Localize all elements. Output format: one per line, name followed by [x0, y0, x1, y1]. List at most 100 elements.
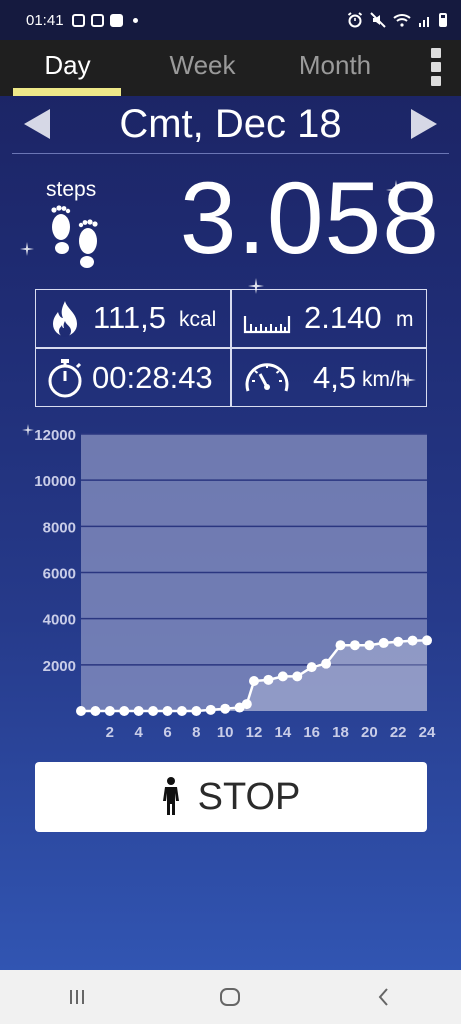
chart-x-tick-label: 10: [217, 724, 234, 741]
next-day-button[interactable]: [409, 108, 439, 140]
chart-data-point: [321, 658, 332, 669]
chart-data-point: [335, 640, 346, 651]
stop-button-label: STOP: [197, 775, 301, 818]
chart-x-tick-label: 2: [106, 724, 114, 741]
person-icon: [162, 777, 179, 815]
chart-data-point: [90, 706, 101, 716]
status-time: 01:41: [26, 11, 64, 29]
chart-x-tick-label: 12: [246, 724, 263, 741]
chart-data-point: [148, 706, 159, 716]
chart-data-point: [378, 637, 389, 648]
current-date: Cmt, Dec 18: [119, 102, 342, 146]
chart-data-point: [349, 640, 360, 651]
duration-value: 00:28:43: [92, 360, 213, 395]
chart-x-tick-label: 6: [163, 724, 171, 741]
sparkle-icon: [20, 242, 34, 256]
tab-week[interactable]: Week: [135, 40, 270, 96]
instagram-icon: [71, 13, 85, 27]
chart-data-point: [162, 706, 173, 716]
speed-cell: 4,5 km/h: [231, 348, 427, 405]
speed-value: 4,5: [313, 360, 357, 395]
chart-data-point: [364, 640, 375, 651]
chart-x-tick-label: 4: [134, 724, 143, 741]
stopwatch-icon: [48, 359, 82, 398]
chart-data-point: [306, 662, 317, 673]
menu-dot: [431, 48, 441, 58]
overflow-menu-button[interactable]: [431, 48, 443, 86]
status-bar: 01:41: [0, 0, 461, 40]
tab-day[interactable]: Day: [0, 40, 135, 96]
sparkle-icon: [22, 424, 34, 436]
battery-icon: [439, 13, 447, 27]
home-icon: [220, 988, 241, 1006]
chart-data-point: [176, 706, 187, 716]
recent-apps-button[interactable]: [47, 977, 107, 1017]
chart-y-tick-label: 4000: [43, 612, 76, 629]
chart-data-point: [292, 671, 303, 682]
chart-y-tick-label: 6000: [43, 566, 76, 583]
menu-dot: [431, 76, 441, 86]
wifi-icon: [393, 14, 411, 27]
chart-data-point: [104, 706, 115, 716]
menu-dot: [431, 62, 441, 72]
app-screen: 01:41 Day Week Month Cmt, Dec 18 steps 3…: [0, 0, 461, 1024]
chart-y-tick-label: 10000: [34, 473, 76, 490]
chart-data-point: [119, 706, 130, 716]
mute-icon: [370, 12, 386, 28]
steps-count: 3.058: [179, 161, 440, 275]
calories-cell: 111,5 kcal: [36, 290, 230, 347]
chart-x-tick-label: 24: [419, 724, 436, 741]
distance-unit: m: [396, 308, 414, 331]
duration-cell: 00:28:43: [36, 348, 230, 405]
google-icon: [109, 13, 123, 27]
calories-value: 111,5: [93, 300, 166, 335]
chart-data-point: [263, 674, 274, 685]
distance-cell: 2.140 m: [231, 290, 427, 347]
alarm-icon: [347, 12, 363, 28]
ruler-icon: [243, 316, 291, 334]
chart-data-point: [76, 706, 86, 716]
stats-grid: 111,5 kcal 2.140 m 00:28:43 4,5 km/h: [35, 289, 427, 407]
system-navigation-bar: [0, 970, 461, 1024]
recent-apps-icon: [69, 990, 84, 1004]
chart-x-tick-label: 20: [361, 724, 378, 741]
divider: [12, 153, 449, 154]
home-button[interactable]: [200, 977, 260, 1017]
hourly-steps-chart: 200040006000800010000120002 4 6 8 10 12 14 16 18…: [34, 427, 436, 741]
chart-data-point: [191, 706, 202, 716]
chart-y-tick-label: 2000: [43, 658, 76, 675]
signal-icon: [419, 17, 429, 27]
footprints-icon: [51, 205, 98, 268]
chart-data-point: [241, 699, 252, 710]
distance-value: 2.140: [304, 300, 382, 335]
sparkle-icon: [386, 180, 406, 200]
chart-data-point: [249, 675, 259, 686]
period-tabs: Day Week Month: [0, 40, 461, 96]
chart-x-tick-label: 18: [332, 724, 349, 741]
previous-day-button[interactable]: [22, 108, 52, 140]
sparkle-icon: [400, 372, 416, 388]
steps-label: steps: [46, 178, 97, 201]
status-system-icons: [347, 12, 447, 28]
chart-x-tick-label: 16: [303, 724, 320, 741]
sparkle-icon: [248, 278, 264, 294]
chart-y-tick-label: 8000: [43, 519, 76, 536]
date-navigation: Cmt, Dec 18: [0, 96, 461, 154]
chart-x-tick-label: 22: [390, 724, 407, 741]
chart-data-point: [393, 636, 404, 647]
speedometer-icon: [245, 363, 289, 392]
status-notification-icons: [71, 13, 138, 27]
chart-data-point: [220, 703, 231, 714]
chart-y-tick-label: 12000: [34, 427, 76, 444]
calories-unit: kcal: [179, 308, 217, 331]
back-button[interactable]: [354, 977, 414, 1017]
back-icon: [378, 988, 388, 1006]
gallery-icon: [90, 13, 104, 27]
chart-data-point: [422, 635, 432, 646]
flame-icon: [53, 301, 77, 337]
chart-x-tick-label: 14: [274, 724, 291, 741]
chart-data-point: [407, 635, 418, 646]
stop-button[interactable]: STOP: [35, 762, 427, 832]
tab-month[interactable]: Month: [270, 40, 400, 96]
more-notifications-icon: [132, 17, 138, 23]
